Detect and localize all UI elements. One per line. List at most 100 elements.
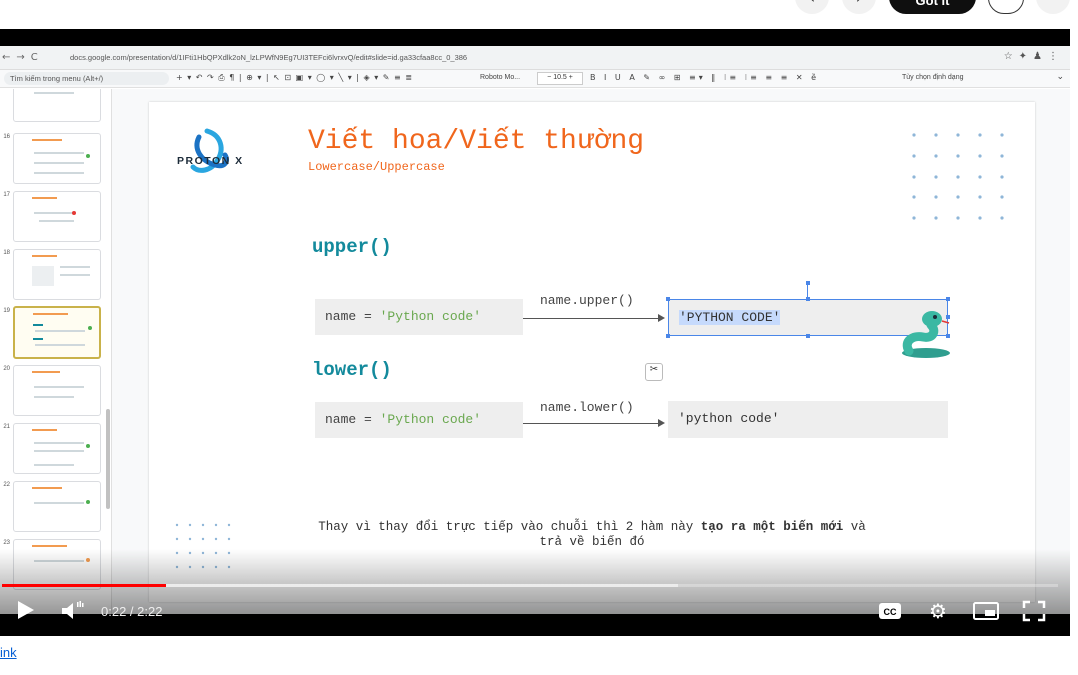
- browser-address-bar: ←→C docs.google.com/presentation/d/1IFti…: [0, 46, 1070, 70]
- upper-code-box[interactable]: name = 'Python code': [315, 299, 523, 335]
- thumb-line: [60, 266, 90, 268]
- python-snake-icon: [902, 311, 950, 358]
- thumb-title: [32, 545, 67, 547]
- video-player[interactable]: ←→C docs.google.com/presentation/d/1IFti…: [0, 29, 1070, 636]
- format-options-button[interactable]: Tùy chọn định dạng: [902, 74, 964, 81]
- upper-result-text: 'PYTHON CODE': [679, 310, 781, 325]
- slide-footnote: Thay vì thay đổi trực tiếp vào chuỗi thì…: [299, 520, 885, 550]
- lower-call-label: name.lower(): [540, 400, 634, 415]
- duration: 2:22: [137, 604, 163, 619]
- slide-title: Viết hoa/Viết thường: [308, 126, 645, 157]
- play-icon[interactable]: [14, 599, 36, 621]
- controls-gradient: [0, 549, 1070, 636]
- slide-thumbnail[interactable]: [13, 481, 101, 532]
- thumb-line: [35, 344, 85, 346]
- brand-name: PROTON X: [177, 155, 244, 167]
- filmstrip-scrollbar[interactable]: [106, 409, 110, 509]
- volume-icon[interactable]: [60, 600, 84, 622]
- thumb-line: [60, 274, 90, 276]
- upper-arrow-head: [658, 314, 665, 322]
- slide-thumbnail[interactable]: [13, 133, 101, 184]
- slide-thumbnail[interactable]: [13, 89, 101, 122]
- upper-code-prefix: name =: [325, 309, 380, 324]
- font-size-value: 10.5: [553, 74, 567, 81]
- next-button[interactable]: ›: [842, 0, 876, 14]
- thumb-accent: [72, 211, 76, 215]
- thumb-title: [32, 429, 57, 431]
- menu-search-input[interactable]: Tìm kiếm trong menu (Alt+/): [4, 72, 169, 85]
- lower-arrow-head: [658, 419, 665, 427]
- thumb-line: [34, 152, 84, 154]
- thumb-title: [32, 487, 62, 489]
- captions-icon[interactable]: CC: [878, 602, 902, 620]
- upper-arrow-line: [523, 318, 658, 319]
- lower-code-box[interactable]: name = 'Python code': [315, 402, 523, 438]
- browser-extension-icons: ☆✦♟⋮: [1003, 51, 1064, 62]
- thumb-line: [34, 92, 74, 94]
- footnote-suffix: và: [843, 520, 866, 534]
- slide-subtitle: Lowercase/Uppercase: [308, 160, 445, 174]
- settings-icon[interactable]: ⚙: [926, 600, 950, 622]
- browser-nav-icons: ←→C: [2, 52, 44, 63]
- resize-handle[interactable]: [666, 334, 670, 338]
- time-separator: /: [126, 604, 138, 619]
- resize-handle[interactable]: [806, 297, 810, 301]
- font-size-input[interactable]: − 10.5 +: [537, 72, 583, 85]
- page: ‹ › Got it ←→C docs.google.com/presentat…: [0, 0, 1078, 675]
- progress-bar[interactable]: [2, 584, 1058, 587]
- lower-heading: lower(): [312, 359, 392, 381]
- fullscreen-icon[interactable]: [1022, 600, 1046, 622]
- upper-heading: upper(): [312, 236, 392, 258]
- font-name-select[interactable]: Roboto Mo...: [480, 74, 520, 81]
- menu-search-placeholder: Tìm kiếm trong menu (Alt+/): [10, 74, 104, 83]
- thumb-line: [39, 220, 74, 222]
- lower-code-prefix: name =: [325, 412, 380, 427]
- miniplayer-icon[interactable]: [972, 601, 1000, 621]
- chevron-left-icon: ‹: [809, 0, 815, 7]
- collapse-toolbar-icon[interactable]: ⌄: [1056, 72, 1064, 82]
- thumb-title: [32, 197, 57, 199]
- current-time: 0:22: [101, 604, 127, 619]
- thumb-line: [34, 442, 84, 444]
- slide-canvas[interactable]: PROTON X Viết hoa/Viết thường Lowercase/…: [149, 102, 1035, 602]
- thumb-line: [34, 450, 84, 452]
- thumb-accent: [86, 444, 90, 448]
- decorative-dots: [912, 133, 1004, 220]
- got-it-label: Got it: [915, 0, 950, 8]
- slide-thumbnail[interactable]: [13, 423, 101, 474]
- prev-button[interactable]: ‹: [795, 0, 829, 14]
- slide-number: 17: [3, 192, 10, 198]
- got-it-button[interactable]: Got it: [889, 0, 976, 14]
- slide-thumbnail[interactable]: [13, 365, 101, 416]
- thumb-line: [33, 324, 43, 326]
- resize-handle[interactable]: [666, 297, 670, 301]
- slide-thumbnail-active[interactable]: [13, 306, 101, 359]
- resize-handle[interactable]: [946, 297, 950, 301]
- more-button[interactable]: [1036, 0, 1070, 14]
- footnote-prefix: Thay vì thay đổi trực tiếp vào chuỗi thì…: [318, 520, 701, 534]
- slide-number: 20: [3, 366, 10, 372]
- thumb-line: [34, 212, 74, 214]
- thumb-line: [34, 386, 84, 388]
- resize-handle[interactable]: [806, 334, 810, 338]
- description-link[interactable]: ink: [0, 645, 17, 660]
- lower-result-box[interactable]: 'python code': [668, 401, 948, 438]
- slide-thumbnail[interactable]: [13, 249, 101, 300]
- lower-arrow-line: [523, 423, 658, 424]
- thumb-accent: [86, 154, 90, 158]
- chevron-right-icon: ›: [856, 0, 862, 7]
- svg-text:CC: CC: [884, 607, 897, 617]
- slide-number: 23: [3, 540, 10, 546]
- slide-number: 22: [3, 482, 10, 488]
- slide-number: 18: [3, 250, 10, 256]
- thumb-line: [33, 338, 43, 340]
- feedback-button[interactable]: [988, 0, 1024, 14]
- time-display: 0:22 / 2:22: [101, 604, 162, 619]
- slide-thumbnail[interactable]: [13, 191, 101, 242]
- thumb-line: [34, 464, 74, 466]
- video-frame[interactable]: ←→C docs.google.com/presentation/d/1IFti…: [0, 46, 1070, 614]
- toolbar-format-icons: B I U A ✎ ∞ ⊞ ≡▾ ‖ ⁝≡ ⁝≡ ≡ ≡ ✕ ȅ: [590, 73, 820, 82]
- rotate-handle-line: [807, 285, 808, 297]
- thumb-title: [32, 255, 57, 257]
- slides-filmstrip: 16 17 18 19 20 21 22 23: [0, 89, 112, 614]
